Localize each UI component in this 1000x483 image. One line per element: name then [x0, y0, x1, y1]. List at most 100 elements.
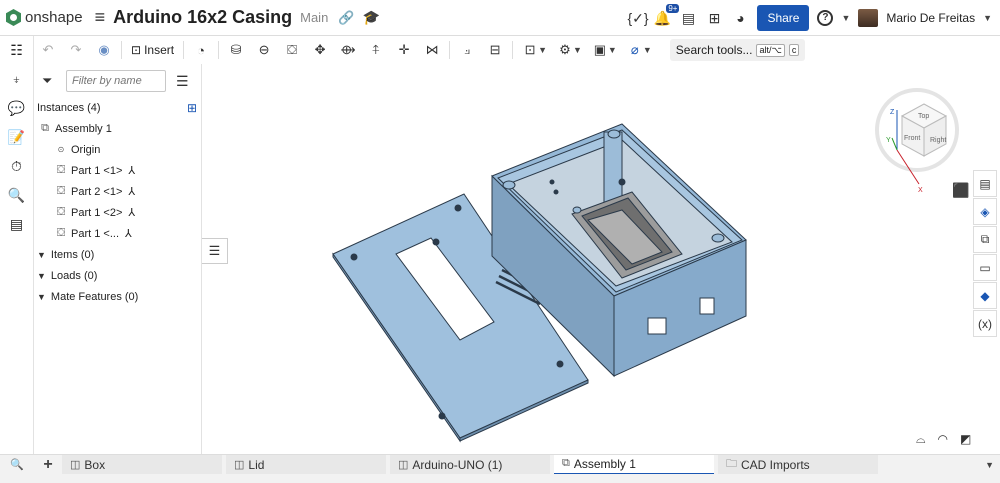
- user-name[interactable]: Mario De Freitas: [886, 11, 975, 25]
- section-label: Loads (0): [50, 269, 98, 282]
- bom-icon[interactable]: 📝: [0, 123, 33, 152]
- part-studio-icon: ◫: [234, 459, 245, 471]
- user-avatar[interactable]: [858, 9, 879, 27]
- parallel-mate-icon[interactable]: ⋈: [418, 42, 446, 58]
- toolbar-divider: [183, 41, 185, 59]
- exploded-views-icon[interactable]: ◆: [973, 282, 997, 309]
- app-store-icon[interactable]: ⊞: [705, 10, 723, 27]
- section-loads[interactable]: ▼ Loads (0): [34, 265, 201, 286]
- appearance-panel-icon[interactable]: ◈: [973, 198, 997, 225]
- tree-item-origin[interactable]: ⊙ Origin: [34, 139, 201, 160]
- named-positions-icon[interactable]: ▭: [973, 254, 997, 281]
- top-bar: onshape ≡ Arduino 16x2 Casing Main 🔗 🎓 {…: [0, 0, 1000, 36]
- redo-icon[interactable]: ↷: [62, 42, 90, 58]
- variables-panel-icon[interactable]: (x): [973, 310, 997, 337]
- pin-slot-mate-icon[interactable]: ⍏: [362, 42, 390, 58]
- tangent-mate-icon[interactable]: ⟓: [453, 42, 481, 58]
- tab-lid[interactable]: ◫ Lid: [226, 454, 386, 475]
- tab-assembly-1[interactable]: ⧉ Assembly 1: [554, 454, 714, 475]
- tree-item-part[interactable]: ⛋ Part 2 <1> ⅄: [34, 181, 201, 202]
- width-mate-icon[interactable]: ⊟: [481, 42, 509, 58]
- axis-x-label: X: [918, 187, 923, 194]
- view-cube-top-label[interactable]: Top: [918, 113, 929, 120]
- toolbar-divider: [218, 41, 220, 59]
- variables-icon[interactable]: {✓}: [627, 10, 648, 27]
- slider-mate-icon[interactable]: ⛋: [278, 42, 306, 58]
- tree-item-assembly[interactable]: ⧉ Assembly 1: [34, 118, 201, 139]
- part-icon: ⛋: [56, 185, 66, 197]
- regenerate-icon[interactable]: ◉: [90, 42, 118, 58]
- view-cube-front-label[interactable]: Front: [904, 135, 920, 142]
- learning-center-icon[interactable]: 🎓: [363, 9, 380, 26]
- tree-item-part[interactable]: ⛋ Part 1 <... ⅄: [34, 223, 201, 244]
- section-mate-features[interactable]: ▼ Mate Features (0): [34, 286, 201, 307]
- insert-mate-icon[interactable]: ⍖: [0, 65, 33, 94]
- tab-search-icon[interactable]: 🔍: [0, 458, 34, 471]
- mate-values-icon[interactable]: ⧉: [973, 226, 997, 253]
- comments-icon[interactable]: 💬: [0, 94, 33, 123]
- tab-cad-imports[interactable]: 🗀 CAD Imports: [718, 454, 878, 475]
- add-tab-button[interactable]: +: [34, 456, 62, 474]
- group-caret-icon[interactable]: ▼: [608, 45, 617, 55]
- revolute-mate-icon[interactable]: ⊖: [250, 42, 278, 58]
- fastened-mate-icon[interactable]: ⛁: [222, 42, 250, 58]
- part-icon: ⛋: [56, 227, 66, 239]
- tab-box[interactable]: ◫ Box: [62, 454, 222, 475]
- tree-item-label: Part 1 <...: [71, 227, 119, 240]
- configurations-icon[interactable]: ▤: [973, 170, 997, 197]
- appearance-icon[interactable]: ◕: [731, 10, 749, 26]
- filter-input[interactable]: [66, 70, 166, 92]
- properties-icon[interactable]: ▤: [0, 210, 33, 239]
- link-icon[interactable]: 🔗: [338, 10, 354, 26]
- replicate-icon[interactable]: ◔: [187, 43, 215, 58]
- notifications-bell-icon[interactable]: 🔔 9+: [653, 3, 680, 27]
- zoom-fit-icon[interactable]: ◩: [960, 432, 971, 447]
- shortcut-key-c: c: [788, 44, 800, 56]
- menu-icon[interactable]: ≡: [95, 7, 106, 28]
- branch-name[interactable]: Main: [300, 10, 328, 25]
- share-button[interactable]: Share: [757, 5, 810, 31]
- tab-list-menu-icon[interactable]: ▼: [985, 460, 994, 470]
- render-mode-icon[interactable]: ◠: [938, 432, 948, 447]
- document-title[interactable]: Arduino 16x2 Casing: [113, 7, 292, 28]
- tab-label: Box: [84, 457, 106, 472]
- history-icon[interactable]: ⏱: [0, 152, 33, 181]
- cylindrical-mate-icon[interactable]: ⟴: [334, 42, 362, 58]
- onshape-logo[interactable]: onshape: [6, 9, 83, 26]
- insert-icon: ⊡: [131, 43, 142, 57]
- measure-caret-icon[interactable]: ▼: [643, 45, 652, 55]
- origin-icon: ⊙: [57, 145, 65, 154]
- user-menu-caret-icon[interactable]: ▼: [983, 13, 992, 23]
- section-view-icon[interactable]: ⌓: [916, 432, 926, 447]
- app-name: onshape: [25, 9, 83, 26]
- planar-mate-icon[interactable]: ✥: [306, 42, 334, 58]
- document-properties-icon[interactable]: ▤: [679, 10, 697, 27]
- status-line: [0, 474, 1000, 483]
- view-cube-right-label[interactable]: Right: [930, 137, 946, 144]
- ball-mate-icon[interactable]: ✛: [390, 42, 418, 58]
- tree-item-part[interactable]: ⛋ Part 1 <2> ⅄: [34, 202, 201, 223]
- insert-button[interactable]: ⊡ Insert: [125, 43, 180, 57]
- help-menu-caret-icon[interactable]: ▼: [841, 13, 850, 23]
- tree-item-label: Part 1 <1>: [71, 164, 123, 177]
- graphics-viewport[interactable]: Top Front Right Z Y X: [202, 64, 968, 454]
- section-items[interactable]: ▼ Items (0): [34, 244, 201, 265]
- search-features-icon[interactable]: 🔍: [0, 181, 33, 210]
- create-folder-icon[interactable]: ⊞: [187, 101, 197, 115]
- search-tools-input[interactable]: Search tools... alt/⌥ c: [669, 39, 806, 61]
- undo-icon[interactable]: ↶: [34, 42, 62, 58]
- instances-panel: ⏷ ☰ Instances (4) ⊞ ⧉ Assembly 1 ⊙ Origi…: [34, 64, 202, 454]
- mate-connector-caret-icon[interactable]: ▼: [538, 45, 547, 55]
- assembly-icon: ⧉: [562, 457, 570, 469]
- part-icon: ⛋: [56, 206, 66, 218]
- help-icon[interactable]: ?: [817, 10, 834, 26]
- feature-list-icon[interactable]: ☷: [0, 36, 33, 65]
- view-options-cube-icon[interactable]: ⬛: [952, 182, 969, 199]
- tab-arduino-uno[interactable]: ◫ Arduino-UNO (1): [390, 454, 550, 475]
- instances-header[interactable]: Instances (4) ⊞: [34, 98, 201, 118]
- tree-item-part[interactable]: ⛋ Part 1 <1> ⅄: [34, 160, 201, 181]
- relations-caret-icon[interactable]: ▼: [573, 45, 582, 55]
- list-view-icon[interactable]: ☰: [176, 73, 189, 90]
- filter-icon[interactable]: ⏷: [42, 73, 58, 89]
- model-render[interactable]: Top Front Right Z Y X: [202, 64, 968, 454]
